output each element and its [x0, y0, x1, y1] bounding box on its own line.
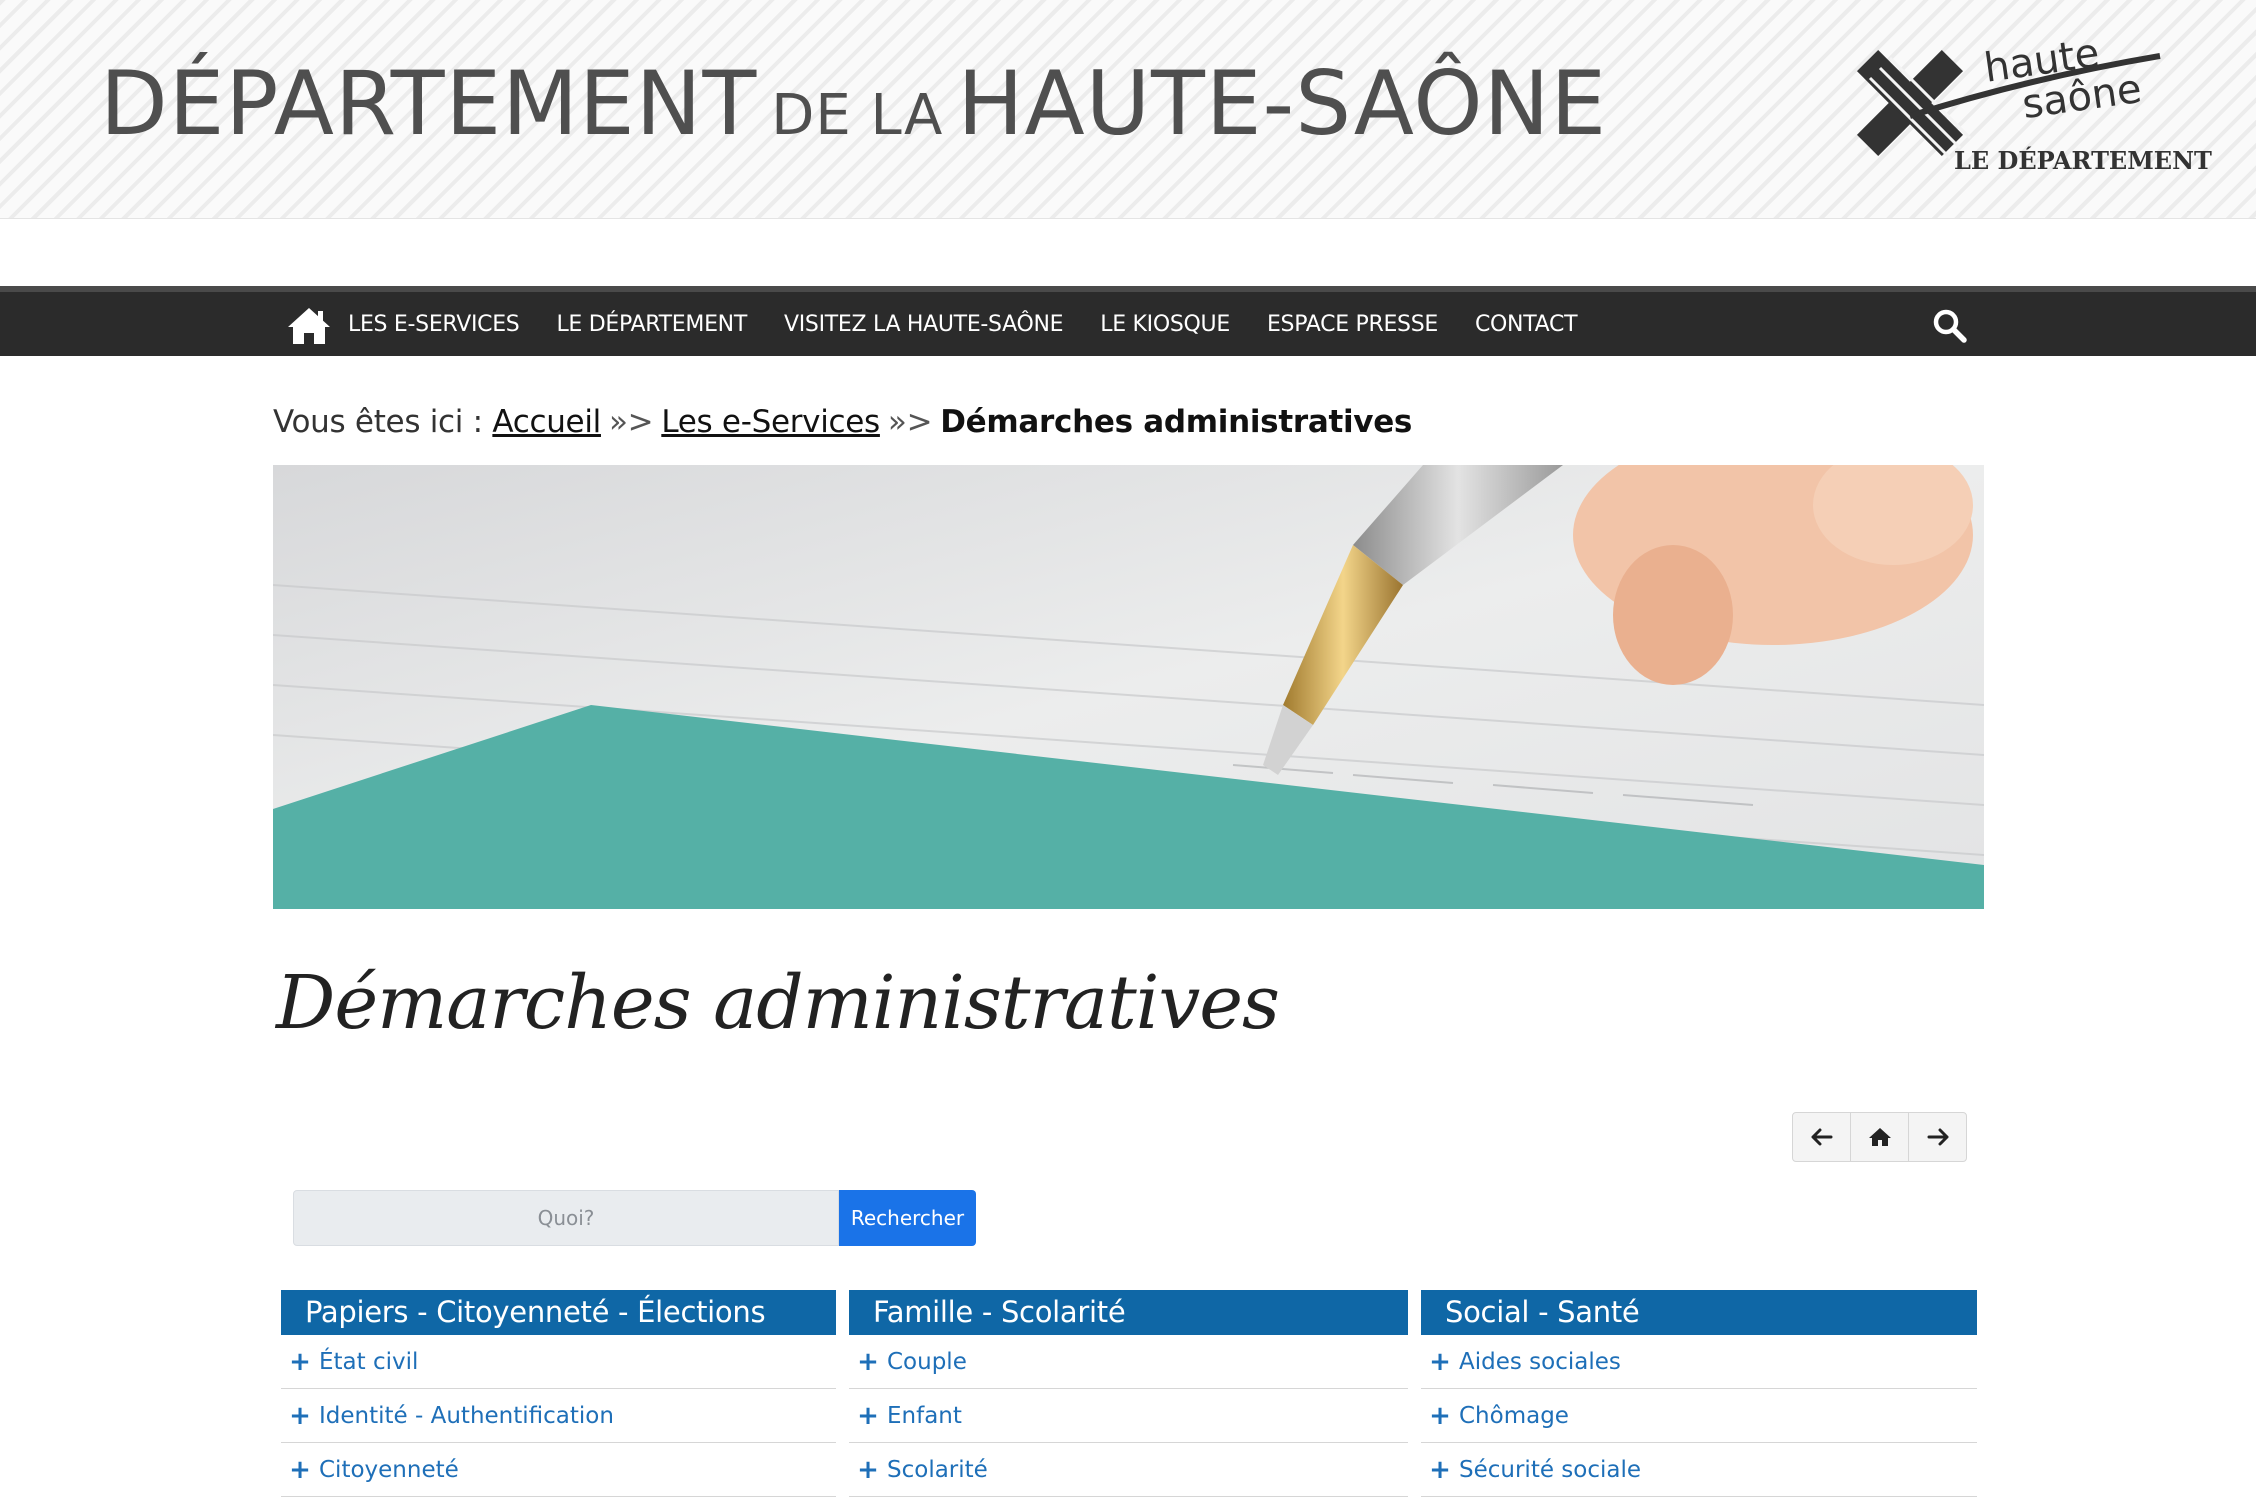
search-button[interactable]: Rechercher: [839, 1190, 976, 1246]
breadcrumb-current: Démarches administratives: [940, 404, 1413, 440]
plus-icon: +: [289, 1400, 311, 1431]
category-famille: Famille - Scolarité + Couple + Enfant + Sco…: [849, 1290, 1408, 1497]
breadcrumb-link-accueil[interactable]: Accueil: [492, 404, 601, 440]
list-item-label: Identité - Authentification: [319, 1402, 614, 1429]
plus-icon: +: [1429, 1346, 1451, 1377]
search-icon[interactable]: [1932, 308, 1968, 344]
breadcrumb-prefix: Vous êtes ici :: [273, 404, 483, 440]
logo-subtitle: LE DÉPARTEMENT: [1954, 146, 2212, 175]
list-item-label: Citoyenneté: [319, 1456, 459, 1483]
breadcrumb-separator: »>: [608, 404, 654, 440]
site-title-part1: DÉPARTEMENT: [100, 52, 758, 155]
plus-icon: +: [857, 1346, 879, 1377]
search-input[interactable]: [293, 1190, 839, 1246]
site-header: DÉPARTEMENT DE LA HAUTE-SAÔNE haute saône …: [0, 0, 2256, 219]
site-title-part2: DE LA: [771, 83, 944, 148]
plus-icon: +: [857, 1400, 879, 1431]
department-logo[interactable]: haute saône LE DÉPARTEMENT: [1850, 30, 2212, 178]
plus-icon: +: [1429, 1400, 1451, 1431]
plus-icon: +: [1429, 1454, 1451, 1485]
nav-menu: LES E-SERVICES LE DÉPARTEMENT VISITEZ LA…: [348, 292, 1614, 356]
nav-item-departement[interactable]: LE DÉPARTEMENT: [556, 312, 747, 337]
list-item-label: Chômage: [1459, 1402, 1569, 1429]
arrow-right-icon[interactable]: [1909, 1113, 1966, 1161]
arrow-left-icon[interactable]: [1793, 1113, 1851, 1161]
home-icon[interactable]: [1851, 1113, 1909, 1161]
list-item[interactable]: + Sécurité sociale: [1421, 1443, 1977, 1497]
list-item[interactable]: + Enfant: [849, 1389, 1408, 1443]
pager-button-group: [1792, 1112, 1967, 1162]
breadcrumb: Vous êtes ici : Accueil »> Les e-Services»…: [273, 404, 1412, 440]
category-header: Famille - Scolarité: [849, 1290, 1408, 1335]
list-item[interactable]: + Couple: [849, 1335, 1408, 1389]
page-title: Démarches administratives: [276, 960, 1280, 1046]
list-item[interactable]: + État civil: [281, 1335, 836, 1389]
site-title-part3: HAUTE-SAÔNE: [957, 52, 1608, 155]
main-nav: LES E-SERVICES LE DÉPARTEMENT VISITEZ LA…: [0, 286, 2256, 356]
nav-item-visitez[interactable]: VISITEZ LA HAUTE-SAÔNE: [784, 312, 1064, 337]
list-item[interactable]: + Citoyenneté: [281, 1443, 836, 1497]
list-item[interactable]: + Scolarité: [849, 1443, 1408, 1497]
category-papiers: Papiers - Citoyenneté - Élections + État …: [281, 1290, 836, 1497]
banner-image: [273, 465, 1984, 909]
site-title[interactable]: DÉPARTEMENT DE LA HAUTE-SAÔNE: [100, 52, 1607, 155]
category-social: Social - Santé + Aides sociales + Chômage …: [1421, 1290, 1977, 1497]
nav-item-contact[interactable]: CONTACT: [1475, 312, 1578, 337]
list-item[interactable]: + Aides sociales: [1421, 1335, 1977, 1389]
breadcrumb-link-e-services[interactable]: Les e-Services: [661, 404, 880, 440]
breadcrumb-separator: »>: [887, 404, 933, 440]
plus-icon: +: [289, 1346, 311, 1377]
list-item-label: Couple: [887, 1348, 967, 1375]
list-item-label: Sécurité sociale: [1459, 1456, 1642, 1483]
list-item-label: Enfant: [887, 1402, 962, 1429]
nav-item-espace-presse[interactable]: ESPACE PRESSE: [1267, 312, 1438, 337]
nav-item-kiosque[interactable]: LE KIOSQUE: [1100, 312, 1230, 337]
list-item[interactable]: + Identité - Authentification: [281, 1389, 836, 1443]
category-header: Social - Santé: [1421, 1290, 1977, 1335]
list-item-label: État civil: [319, 1348, 419, 1375]
list-item[interactable]: + Chômage: [1421, 1389, 1977, 1443]
nav-item-e-services[interactable]: LES E-SERVICES: [348, 312, 520, 337]
home-icon[interactable]: [286, 306, 332, 346]
list-item-label: Scolarité: [887, 1456, 988, 1483]
plus-icon: +: [857, 1454, 879, 1485]
plus-icon: +: [289, 1454, 311, 1485]
list-item-label: Aides sociales: [1459, 1348, 1621, 1375]
category-header: Papiers - Citoyenneté - Élections: [281, 1290, 836, 1335]
